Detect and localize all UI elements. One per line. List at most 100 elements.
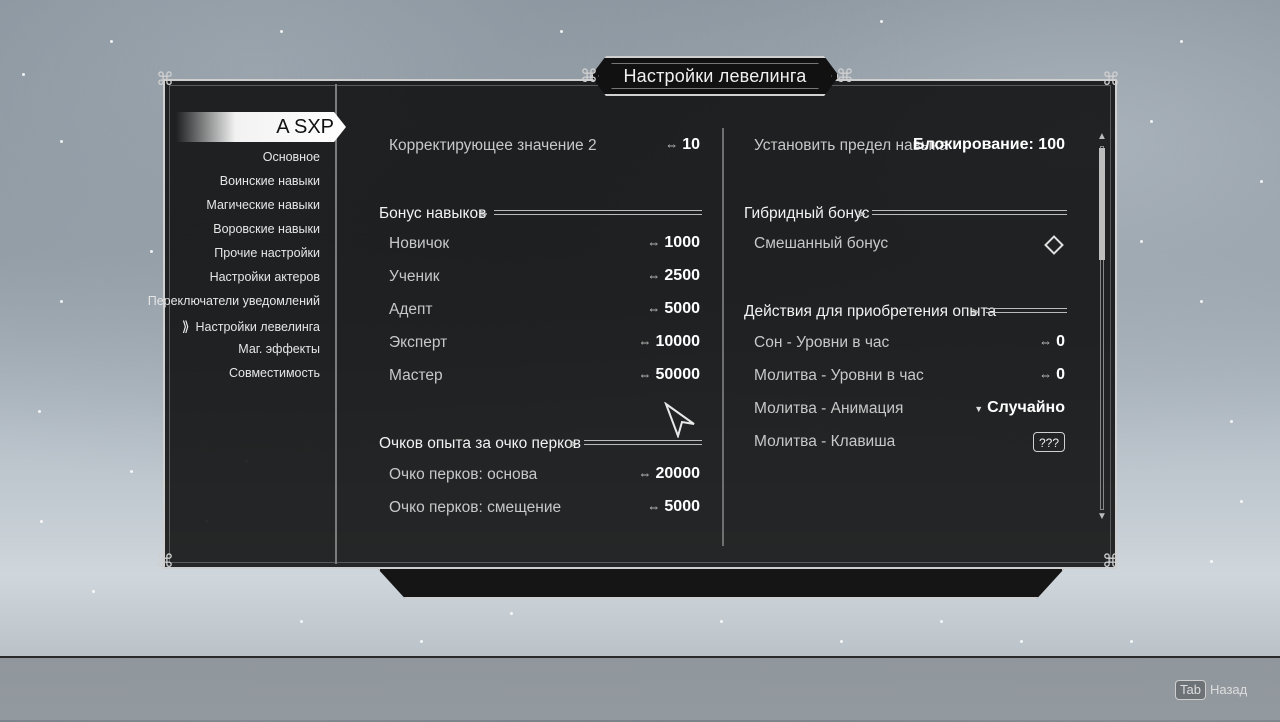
section-ornament-icon: ⫸ bbox=[972, 303, 980, 318]
snowflake bbox=[1200, 300, 1203, 303]
novice-label: Новичок bbox=[389, 235, 450, 252]
snowflake bbox=[92, 590, 95, 593]
prayer-animation-label: Молитва - Анимация bbox=[754, 400, 904, 417]
sidebar-item-warrior[interactable]: Воинские навыки bbox=[220, 174, 320, 188]
snowflake bbox=[1140, 240, 1143, 243]
section-skill-bonus: Бонус навыков bbox=[379, 205, 487, 222]
sidebar-active-mod[interactable]: A SXP bbox=[176, 112, 346, 142]
snowflake bbox=[510, 612, 513, 615]
snowflake bbox=[130, 470, 133, 473]
column-divider bbox=[722, 128, 724, 546]
master-slider[interactable]: ⇔ 50000 bbox=[600, 366, 701, 384]
slider-icon: ⇔ bbox=[647, 499, 661, 514]
snowflake bbox=[1230, 420, 1233, 423]
slider-icon: ⇔ bbox=[665, 137, 679, 152]
snowflake bbox=[1180, 40, 1183, 43]
snowflake bbox=[840, 640, 843, 643]
scroll-down-icon[interactable]: ▼ bbox=[1097, 512, 1107, 522]
sidebar-item-compat[interactable]: Совместимость bbox=[229, 366, 320, 380]
skill-limit-menu[interactable]: Блокирование: 100 bbox=[905, 136, 1065, 154]
selected-marker-icon: ⟫ bbox=[181, 318, 190, 334]
slider-icon: ⇔ bbox=[638, 466, 652, 481]
slider-icon: ⇔ bbox=[647, 301, 661, 316]
slider-icon: ⇔ bbox=[638, 334, 652, 349]
mouse-cursor-icon bbox=[664, 402, 695, 438]
section-ornament-icon: ⫸ bbox=[858, 205, 866, 220]
snowflake bbox=[720, 620, 723, 623]
section-hybrid: Гибридный бонус bbox=[744, 205, 870, 222]
prayer-animation-menu[interactable]: ▼ Случайно bbox=[945, 399, 1065, 417]
slider-icon: ⇔ bbox=[1039, 367, 1053, 382]
corner-knot-icon: ⌘ bbox=[1102, 551, 1120, 571]
section-ornament-icon: ⫸ bbox=[480, 205, 488, 220]
snowflake bbox=[22, 73, 25, 76]
snowflake bbox=[38, 410, 41, 413]
snowflake bbox=[1150, 120, 1153, 123]
snowflake bbox=[420, 640, 423, 643]
snowflake bbox=[1210, 560, 1213, 563]
section-line bbox=[986, 308, 1067, 313]
sleep-levels-slider[interactable]: ⇔ 0 bbox=[965, 333, 1065, 351]
section-perk-xp: Очков опыта за очко перков bbox=[379, 435, 581, 452]
adept-slider[interactable]: ⇔ 5000 bbox=[600, 300, 700, 318]
adept-label: Адепт bbox=[389, 301, 433, 318]
snowflake bbox=[150, 250, 153, 253]
page-title: Настройки левелинга bbox=[623, 66, 807, 86]
sidebar-item-other[interactable]: Прочие настройки bbox=[214, 246, 320, 260]
corner-knot-icon: ⌘ bbox=[156, 551, 174, 571]
scrollbar[interactable]: ▲ ▼ bbox=[1097, 132, 1107, 524]
scroll-up-icon[interactable]: ▲ bbox=[1097, 132, 1107, 142]
sidebar-item-basic[interactable]: Основное bbox=[263, 150, 320, 164]
perk-base-label: Очко перков: основа bbox=[389, 466, 538, 483]
apprentice-slider[interactable]: ⇔ 2500 bbox=[600, 267, 700, 285]
section-line bbox=[584, 440, 702, 445]
section-line bbox=[872, 210, 1067, 215]
prayer-key-label: Молитва - Клавиша bbox=[754, 433, 896, 450]
scroll-thumb[interactable] bbox=[1099, 148, 1105, 260]
back-button[interactable]: Tab Назад bbox=[1175, 680, 1247, 700]
novice-slider[interactable]: ⇔ 1000 bbox=[600, 234, 700, 252]
sidebar: A SXP Основное Воинские навыки Магически… bbox=[148, 108, 346, 548]
snowflake bbox=[560, 30, 563, 33]
sidebar-item-actors[interactable]: Настройки актеров bbox=[210, 270, 320, 284]
slider-icon: ⇔ bbox=[647, 268, 661, 283]
snowflake bbox=[1020, 640, 1023, 643]
snowflake bbox=[1240, 500, 1243, 503]
mixed-bonus-label: Смешанный бонус bbox=[754, 235, 889, 252]
snowflake bbox=[300, 620, 303, 623]
back-label: Назад bbox=[1209, 682, 1248, 697]
dropdown-icon: ▼ bbox=[974, 404, 984, 414]
corner-knot-icon: ⌘ bbox=[156, 69, 174, 89]
mod-name: A SXP bbox=[276, 116, 334, 138]
prayer-levels-label: Молитва - Уровни в час bbox=[754, 367, 924, 384]
slider-icon: ⇔ bbox=[1039, 334, 1053, 349]
section-line bbox=[494, 210, 702, 215]
sidebar-item-magic-effects[interactable]: Маг. эффекты bbox=[238, 342, 320, 356]
section-ornament-icon: ⫸ bbox=[570, 435, 578, 450]
master-label: Мастер bbox=[389, 367, 443, 384]
perk-base-slider[interactable]: ⇔ 20000 bbox=[600, 465, 701, 483]
snowflake bbox=[1260, 180, 1263, 183]
sidebar-item-notifications[interactable]: Переключатели уведомлений bbox=[148, 294, 320, 308]
snowflake bbox=[280, 30, 283, 33]
correction-label: Корректирующее значение 2 bbox=[389, 137, 597, 154]
slider-icon: ⇔ bbox=[647, 235, 661, 250]
snowflake bbox=[110, 40, 113, 43]
snowflake bbox=[940, 620, 943, 623]
correction-slider[interactable]: ⇔ 10 bbox=[600, 136, 700, 154]
sidebar-item-magic[interactable]: Магические навыки bbox=[206, 198, 320, 212]
expert-label: Эксперт bbox=[389, 334, 448, 351]
sidebar-item-thief[interactable]: Воровские навыки bbox=[213, 222, 320, 236]
perk-offset-slider[interactable]: ⇔ 5000 bbox=[600, 498, 700, 516]
sidebar-item-leveling[interactable]: ⟫ Настройки левелинга bbox=[182, 318, 320, 335]
apprentice-label: Ученик bbox=[389, 268, 440, 285]
sleep-levels-label: Сон - Уровни в час bbox=[754, 334, 890, 351]
corner-knot-icon: ⌘ bbox=[1102, 69, 1120, 89]
snowflake bbox=[40, 520, 43, 523]
prayer-key-input[interactable]: ??? bbox=[1033, 432, 1065, 452]
prayer-levels-slider[interactable]: ⇔ 0 bbox=[965, 366, 1065, 384]
expert-slider[interactable]: ⇔ 10000 bbox=[600, 333, 701, 351]
slider-icon: ⇔ bbox=[638, 367, 652, 382]
snowflake bbox=[1130, 640, 1133, 643]
perk-offset-label: Очко перков: смещение bbox=[389, 499, 562, 516]
